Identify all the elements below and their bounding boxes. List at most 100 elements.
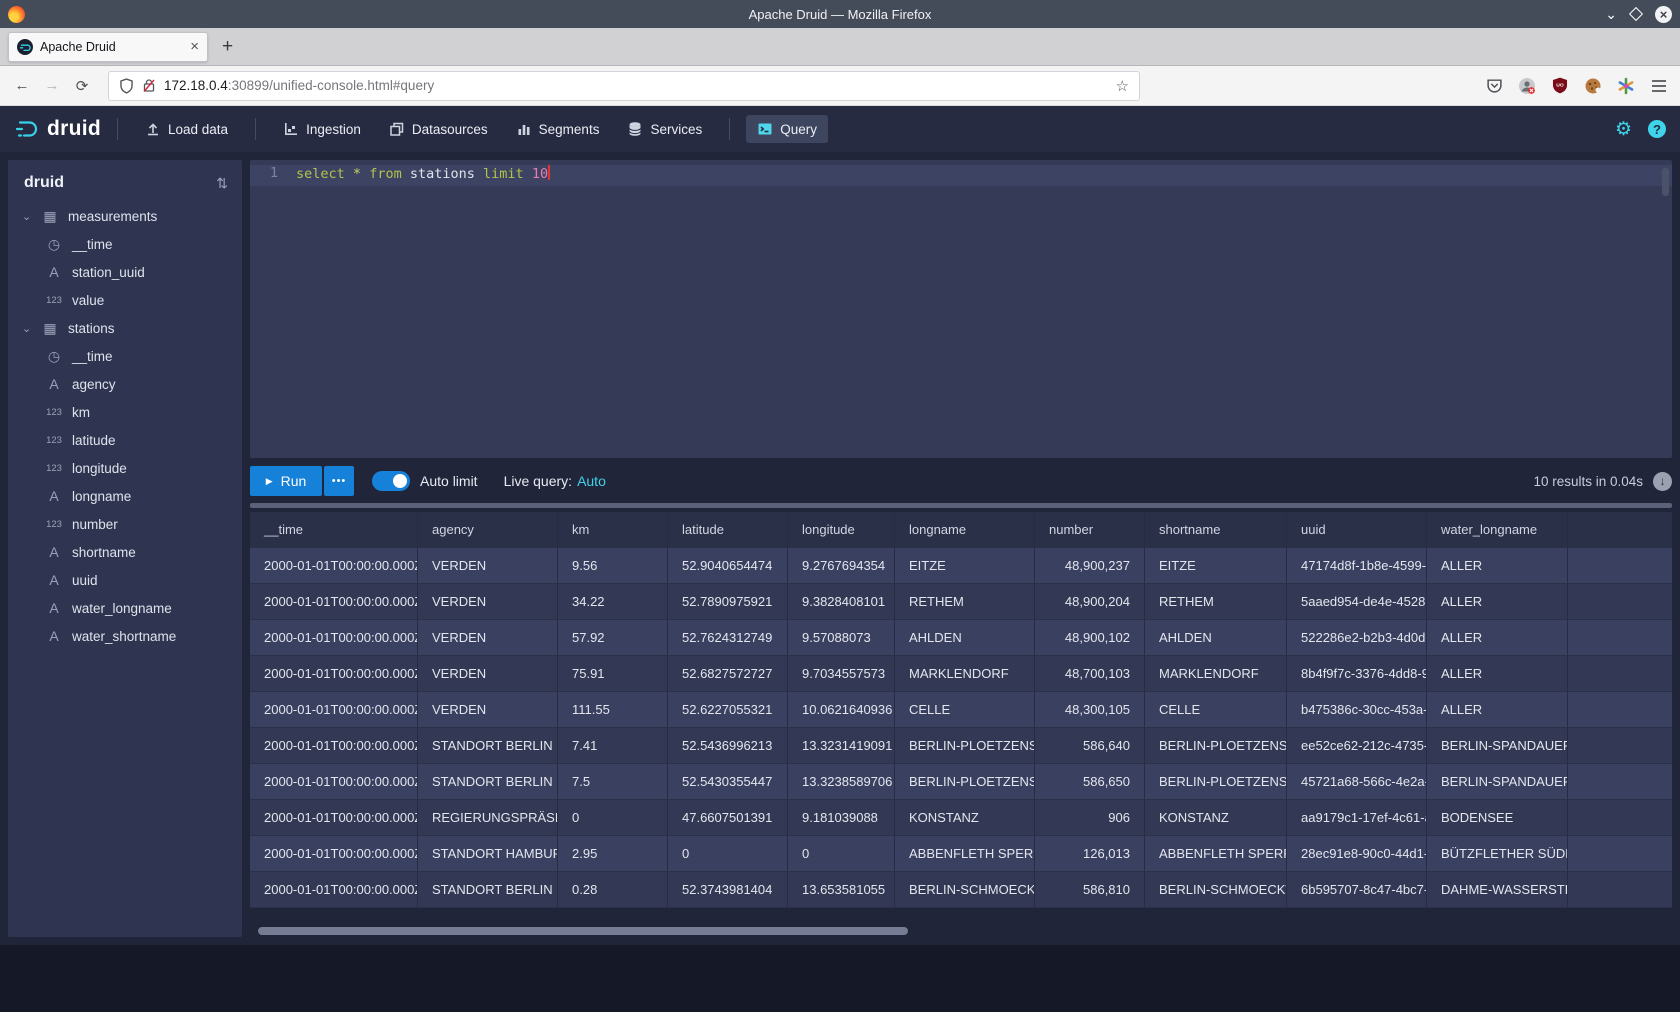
table-cell[interactable]: 8b4f9f7c-3376-4dd8-95c5	[1287, 656, 1427, 692]
table-cell[interactable]: 7.5	[558, 764, 668, 800]
table-cell[interactable]: 52.7624312749	[668, 620, 788, 656]
table-cell[interactable]: 2000-01-01T00:00:00.000Z	[250, 656, 418, 692]
table-cell[interactable]: 9.3828408101	[788, 584, 895, 620]
table-cell[interactable]: 52.3743981404	[668, 872, 788, 908]
table-cell[interactable]: 586,650	[1035, 764, 1145, 800]
back-icon[interactable]: ←	[12, 77, 32, 94]
table-cell[interactable]: STANDORT HAMBURG	[418, 836, 558, 872]
table-cell[interactable]: 48,900,237	[1035, 548, 1145, 584]
table-cell[interactable]: ALLER	[1427, 620, 1568, 656]
pane-splitter[interactable]	[250, 503, 1672, 508]
minimize-icon[interactable]: ⌄	[1605, 9, 1617, 19]
table-cell[interactable]: REGIERUNGSPRÄSIDIUM	[418, 800, 558, 836]
column-header-number[interactable]: number	[1035, 512, 1145, 548]
run-button[interactable]: ▶ Run	[250, 466, 322, 496]
settings-gear-icon[interactable]: ⚙	[1615, 118, 1632, 141]
table-cell[interactable]: 48,900,102	[1035, 620, 1145, 656]
table-cell[interactable]: 2000-01-01T00:00:00.000Z	[250, 548, 418, 584]
table-cell[interactable]: 48,900,204	[1035, 584, 1145, 620]
table-cell[interactable]: 9.2767694354	[788, 548, 895, 584]
table-cell[interactable]: 28ec91e8-90c0-44d1-8f0a	[1287, 836, 1427, 872]
tree-column-station_uuid[interactable]: Astation_uuid	[8, 258, 242, 286]
table-cell[interactable]: CELLE	[1145, 692, 1287, 728]
table-cell[interactable]: VERDEN	[418, 656, 558, 692]
table-cell[interactable]: 34.22	[558, 584, 668, 620]
tree-column-agency[interactable]: Aagency	[8, 370, 242, 398]
sql-editor[interactable]: 1 select * from stations limit 10	[250, 160, 1672, 458]
table-cell[interactable]: 47174d8f-1b8e-4599-8a8	[1287, 548, 1427, 584]
table-cell[interactable]: BERLIN-PLOETZENSEE U	[1145, 764, 1287, 800]
url-bar[interactable]: 172.18.0.4:30899/unified-console.html#qu…	[108, 71, 1140, 101]
table-cell[interactable]: VERDEN	[418, 584, 558, 620]
tree-column-number[interactable]: 123number	[8, 510, 242, 538]
table-cell[interactable]: CELLE	[895, 692, 1035, 728]
column-header-agency[interactable]: agency	[418, 512, 558, 548]
tree-column-value[interactable]: 123value	[8, 286, 242, 314]
table-cell[interactable]: 0	[668, 836, 788, 872]
table-cell[interactable]: BERLIN-PLOETZENSEE C	[895, 728, 1035, 764]
table-cell[interactable]: 2000-01-01T00:00:00.000Z	[250, 620, 418, 656]
reload-icon[interactable]: ⟳	[72, 77, 92, 95]
table-cell[interactable]: 2000-01-01T00:00:00.000Z	[250, 836, 418, 872]
tree-column-longitude[interactable]: 123longitude	[8, 454, 242, 482]
download-icon[interactable]: ↓	[1653, 472, 1672, 491]
table-cell[interactable]: 52.5436996213	[668, 728, 788, 764]
column-header-__time[interactable]: __time	[250, 512, 418, 548]
table-cell[interactable]: 9.57088073	[788, 620, 895, 656]
chevron-down-icon[interactable]: ⌄	[22, 210, 32, 223]
pocket-icon[interactable]	[1485, 77, 1503, 95]
table-cell[interactable]: 75.91	[558, 656, 668, 692]
table-cell[interactable]: RETHEM	[895, 584, 1035, 620]
table-cell[interactable]: BÜTZFLETHER SÜDERE	[1427, 836, 1568, 872]
table-cell[interactable]: ALLER	[1427, 692, 1568, 728]
table-cell[interactable]: 586,810	[1035, 872, 1145, 908]
table-cell[interactable]: 57.92	[558, 620, 668, 656]
column-header-longitude[interactable]: longitude	[788, 512, 895, 548]
table-cell[interactable]: ALLER	[1427, 548, 1568, 584]
bookmark-star-icon[interactable]: ☆	[1116, 77, 1129, 95]
live-query-value[interactable]: Auto	[577, 473, 606, 489]
table-cell[interactable]: KONSTANZ	[895, 800, 1035, 836]
nav-item-services[interactable]: Services	[616, 115, 713, 143]
table-cell[interactable]: VERDEN	[418, 620, 558, 656]
table-cell[interactable]: 586,640	[1035, 728, 1145, 764]
maximize-icon[interactable]	[1629, 7, 1643, 21]
table-cell[interactable]: BERLIN-PLOETZENSEE C	[1145, 728, 1287, 764]
more-options-button[interactable]: •••	[324, 466, 354, 496]
column-header-km[interactable]: km	[558, 512, 668, 548]
table-cell[interactable]: ee52ce62-212c-4735-b4e2	[1287, 728, 1427, 764]
tree-column-shortname[interactable]: Ashortname	[8, 538, 242, 566]
editor-scrollbar-thumb[interactable]	[1662, 168, 1669, 196]
tree-column-uuid[interactable]: Auuid	[8, 566, 242, 594]
table-cell[interactable]: 522286e2-b2b3-4d0d-9a9	[1287, 620, 1427, 656]
table-cell[interactable]: aa9179c1-17ef-4c61-a48e	[1287, 800, 1427, 836]
table-cell[interactable]: 9.56	[558, 548, 668, 584]
table-cell[interactable]: 2000-01-01T00:00:00.000Z	[250, 584, 418, 620]
tree-column-water_longname[interactable]: Awater_longname	[8, 594, 242, 622]
tree-table-stations[interactable]: ⌄▦stations	[8, 314, 242, 342]
close-icon[interactable]: ×	[1655, 6, 1672, 23]
table-cell[interactable]: 2000-01-01T00:00:00.000Z	[250, 692, 418, 728]
table-cell[interactable]: EITZE	[1145, 548, 1287, 584]
horizontal-scrollbar[interactable]	[250, 925, 1672, 937]
table-cell[interactable]: 52.9040654474	[668, 548, 788, 584]
table-cell[interactable]: 6b595707-8c47-4bc7-a8b4	[1287, 872, 1427, 908]
table-cell[interactable]: 0	[558, 800, 668, 836]
table-cell[interactable]: AHLDEN	[1145, 620, 1287, 656]
browser-tab[interactable]: Apache Druid ×	[8, 32, 208, 62]
nav-item-datasources[interactable]: Datasources	[378, 115, 499, 143]
table-cell[interactable]: AHLDEN	[895, 620, 1035, 656]
table-cell[interactable]: 2000-01-01T00:00:00.000Z	[250, 764, 418, 800]
table-cell[interactable]: 0	[788, 836, 895, 872]
table-cell[interactable]: 2000-01-01T00:00:00.000Z	[250, 872, 418, 908]
tab-close-icon[interactable]: ×	[190, 38, 199, 55]
druid-logo[interactable]: druid	[14, 116, 101, 142]
table-cell[interactable]: 906	[1035, 800, 1145, 836]
table-cell[interactable]: BODENSEE	[1427, 800, 1568, 836]
auto-limit-toggle[interactable]	[372, 471, 410, 491]
column-header-shortname[interactable]: shortname	[1145, 512, 1287, 548]
insecure-lock-icon[interactable]	[142, 78, 156, 93]
table-cell[interactable]: VERDEN	[418, 692, 558, 728]
table-cell[interactable]: BERLIN-SPANDAUER-S	[1427, 728, 1568, 764]
nav-item-segments[interactable]: Segments	[505, 115, 611, 143]
